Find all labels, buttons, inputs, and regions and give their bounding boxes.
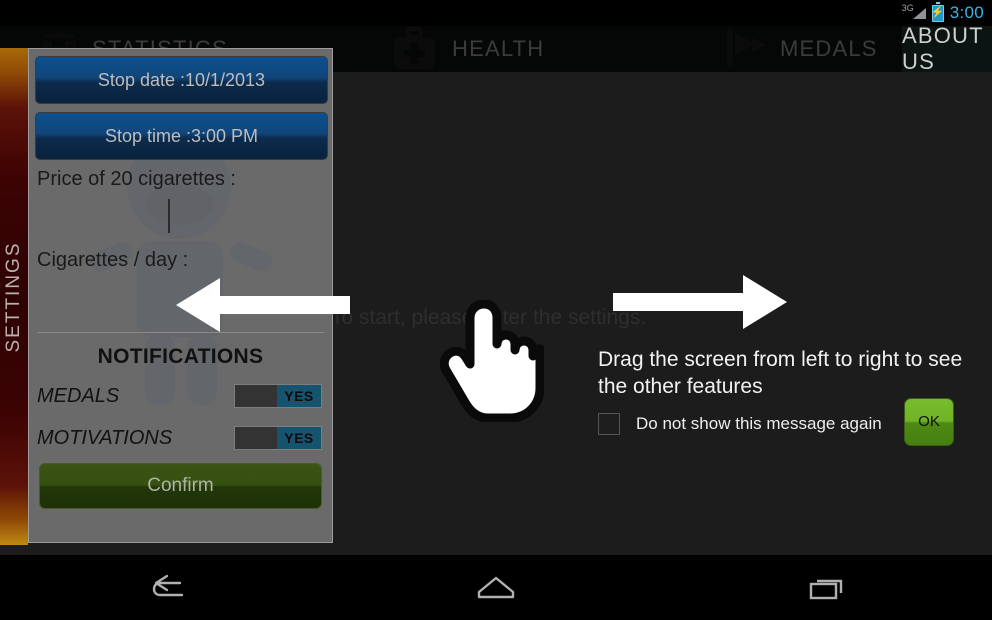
stop-date-button[interactable]: Stop date :10/1/2013 xyxy=(35,56,328,104)
home-icon xyxy=(477,576,515,598)
battery-charging-icon: ⚡ xyxy=(930,2,945,22)
toggle-track-off xyxy=(235,385,277,407)
pointing-hand-icon xyxy=(439,299,545,427)
text-caret xyxy=(168,199,170,233)
price-field-label: Price of 20 cigarettes : xyxy=(37,168,236,190)
back-button[interactable] xyxy=(105,563,225,613)
nav-tab-about-us[interactable]: ABOUT US xyxy=(902,23,992,74)
toggle-row-medals: MEDALS YES xyxy=(37,379,322,413)
arrow-right-icon xyxy=(613,272,787,337)
toggle-state-motivations: YES xyxy=(277,427,321,449)
dont-show-checkbox[interactable] xyxy=(598,413,620,435)
toggle-switch-motivations[interactable]: YES xyxy=(234,426,322,450)
settings-side-tab-label: SETTINGS xyxy=(3,240,24,353)
dont-show-label: Do not show this message again xyxy=(636,414,882,433)
nav-tab-medals-label: MEDALS xyxy=(780,36,878,61)
bolt-glyph: ⚡ xyxy=(930,6,945,19)
nav-tab-medals[interactable]: MEDALS xyxy=(722,26,878,72)
signal-3g-icon: 3G xyxy=(902,3,926,22)
settings-side-tab[interactable]: SETTINGS xyxy=(0,48,28,545)
android-screen: 3G ⚡ 3:00 STATISTICS xyxy=(0,0,992,620)
toggle-state-medals: YES xyxy=(277,385,321,407)
nav-tab-health[interactable]: HEALTH xyxy=(388,26,544,72)
recent-apps-button[interactable] xyxy=(767,563,887,613)
toggle-label-motivations: MOTIVATIONS xyxy=(37,426,173,449)
cigs-per-day-field-label: Cigarettes / day : xyxy=(37,249,189,271)
toggle-track-off xyxy=(235,427,277,449)
signal-bars xyxy=(912,8,926,19)
toggle-switch-medals[interactable]: YES xyxy=(234,384,322,408)
medical-briefcase-icon xyxy=(394,27,435,69)
recent-apps-icon xyxy=(809,579,842,599)
status-clock: 3:00 xyxy=(949,3,984,22)
toggle-label-medals: MEDALS xyxy=(37,384,120,407)
stop-time-button[interactable]: Stop time :3:00 PM xyxy=(35,112,328,160)
nav-tab-about-us-label: ABOUT US xyxy=(902,23,984,74)
confirm-button[interactable]: Confirm xyxy=(39,463,322,509)
ok-button[interactable]: OK xyxy=(904,398,954,446)
flag-icon xyxy=(727,30,766,68)
home-button[interactable] xyxy=(436,563,556,613)
toggle-row-motivations: MOTIVATIONS YES xyxy=(37,421,322,455)
status-bar: 3G ⚡ 3:00 xyxy=(0,0,992,26)
android-nav-bar xyxy=(0,555,992,620)
notifications-section-title: NOTIFICATIONS xyxy=(97,345,264,368)
nav-tab-health-label: HEALTH xyxy=(452,36,545,61)
price-input[interactable] xyxy=(37,191,326,243)
status-tray: 3G ⚡ 3:00 xyxy=(902,0,984,26)
back-icon xyxy=(153,574,184,596)
tutorial-message: Drag the screen from left to right to se… xyxy=(598,348,963,398)
arrow-left-icon xyxy=(176,274,350,341)
